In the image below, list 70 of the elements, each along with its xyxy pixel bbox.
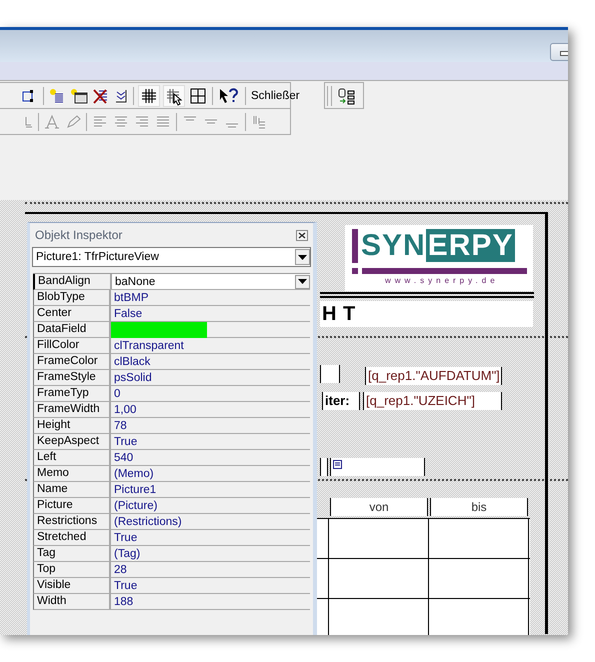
- data-field[interactable]: [q_rep1."UZEICH"]: [363, 392, 502, 410]
- data-field[interactable]: [q_rep1."AUFDATUM"]: [365, 367, 502, 385]
- move-down-icon[interactable]: [114, 88, 128, 104]
- property-value[interactable]: baNone: [112, 274, 310, 289]
- property-value[interactable]: clTransparent: [111, 338, 310, 353]
- property-name[interactable]: FrameStyle: [34, 370, 111, 385]
- property-name[interactable]: Center: [34, 306, 111, 321]
- property-value[interactable]: (Tag): [111, 546, 310, 561]
- close-button[interactable]: Schließer: [251, 90, 300, 102]
- table-icon[interactable]: [189, 86, 207, 104]
- grid-pointer-icon[interactable]: [164, 86, 184, 106]
- property-name[interactable]: Width: [34, 594, 111, 609]
- text-object[interactable]: [320, 458, 328, 476]
- property-name[interactable]: FrameTyp: [34, 386, 111, 401]
- column-header[interactable]: bis: [430, 498, 528, 516]
- new-window-icon[interactable]: [70, 88, 88, 104]
- logo-square: [352, 268, 358, 274]
- dropdown-arrow-icon: [298, 254, 307, 260]
- property-name[interactable]: BlobType: [34, 290, 111, 305]
- new-list-icon[interactable]: [49, 88, 65, 104]
- title-text: H: [322, 304, 336, 324]
- property-name[interactable]: Height: [34, 418, 111, 433]
- property-value[interactable]: psSolid: [111, 370, 310, 385]
- delete-icon[interactable]: [93, 88, 109, 104]
- logo-wordmark: SYN ERPY: [361, 229, 516, 263]
- property-value[interactable]: False: [111, 306, 310, 321]
- property-value[interactable]: 0: [111, 386, 310, 401]
- property-name[interactable]: Visible: [34, 578, 111, 593]
- database-link-icon[interactable]: [338, 86, 356, 104]
- property-value[interactable]: 78: [111, 418, 310, 433]
- property-value[interactable]: True: [111, 434, 310, 449]
- property-value[interactable]: btBMP: [111, 290, 310, 305]
- property-name[interactable]: FillColor: [34, 338, 111, 353]
- text-object[interactable]: [320, 365, 340, 383]
- property-value[interactable]: (Picture): [111, 498, 310, 513]
- field-label[interactable]: iter:: [322, 392, 360, 410]
- property-value[interactable]: True: [111, 530, 310, 545]
- property-name[interactable]: FrameColor: [34, 354, 111, 369]
- property-name[interactable]: Left: [34, 450, 111, 465]
- close-icon[interactable]: [296, 230, 308, 240]
- property-value[interactable]: 28: [111, 562, 310, 577]
- inspector-title: Objekt Inspektor: [35, 228, 122, 242]
- property-value[interactable]: clBlack: [111, 354, 310, 369]
- property-name[interactable]: FrameWidth: [34, 402, 111, 417]
- property-value[interactable]: 540: [111, 450, 310, 465]
- logo-stripe: [352, 229, 358, 263]
- property-value[interactable]: Picture1: [111, 482, 310, 497]
- property-value[interactable]: (Memo): [111, 466, 310, 481]
- memo-icon: [333, 460, 342, 469]
- title-text: T: [343, 304, 356, 324]
- property-value[interactable]: (Restrictions): [111, 514, 310, 529]
- help-pointer-icon[interactable]: [218, 86, 240, 104]
- property-value[interactable]: 1,00: [111, 402, 310, 417]
- dropdown-arrow-icon: [298, 279, 307, 284]
- property-name[interactable]: Memo: [34, 466, 111, 481]
- property-name[interactable]: Top: [34, 562, 111, 577]
- object-selector[interactable]: Picture1: TfrPictureView: [32, 247, 311, 267]
- property-name[interactable]: KeepAspect: [34, 434, 111, 449]
- property-name[interactable]: Stretched: [34, 530, 111, 545]
- column-header[interactable]: von: [330, 498, 428, 516]
- property-name[interactable]: Name: [34, 482, 111, 497]
- property-name[interactable]: Picture: [34, 498, 111, 513]
- property-name[interactable]: Restrictions: [34, 514, 111, 529]
- logo[interactable]: SYN ERPY www.synerpy.de: [345, 225, 533, 291]
- logo-url: www.synerpy.de: [385, 276, 499, 285]
- memo-object[interactable]: [330, 458, 425, 476]
- property-value[interactable]: True: [111, 578, 310, 593]
- grid-icon[interactable]: [139, 86, 159, 106]
- property-name[interactable]: Tag: [34, 546, 111, 561]
- property-value[interactable]: 188: [111, 594, 310, 609]
